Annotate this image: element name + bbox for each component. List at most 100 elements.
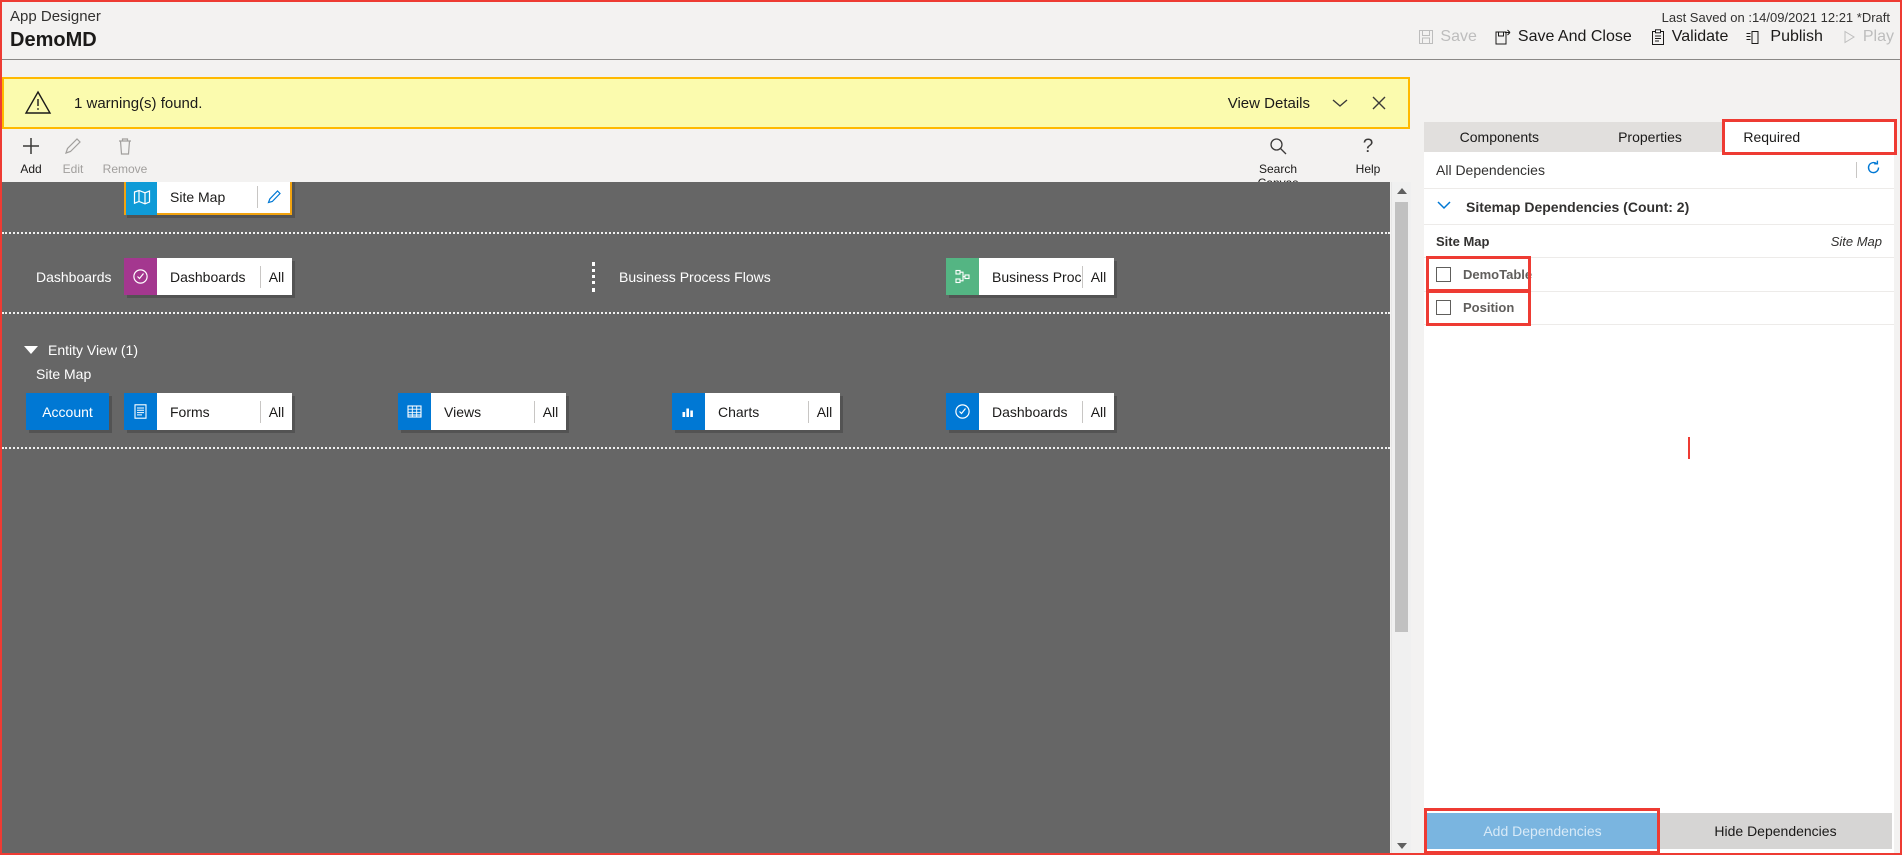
tile-forms-label: Forms bbox=[170, 403, 210, 420]
publish-label: Publish bbox=[1770, 28, 1823, 45]
dependency-row-position[interactable]: Position bbox=[1424, 291, 1894, 325]
ribbon-remove-button[interactable]: Remove bbox=[94, 134, 156, 176]
canvas-scrollbar[interactable] bbox=[1391, 182, 1411, 854]
tile-business-process-flows[interactable]: Business Proces... All bbox=[946, 258, 1114, 295]
divider bbox=[1856, 162, 1857, 178]
dependency-row-header: Site Map Site Map bbox=[1424, 225, 1894, 258]
header-title-block: App Designer DemoMD bbox=[10, 8, 101, 53]
hide-dependencies-label: Hide Dependencies bbox=[1714, 823, 1837, 839]
tile-entity-dashboards[interactable]: Dashboards All bbox=[946, 393, 1114, 430]
panel-footer: Add Dependencies Hide Dependencies bbox=[1424, 808, 1894, 854]
save-icon bbox=[1418, 29, 1434, 45]
all-dependencies-label: All Dependencies bbox=[1436, 162, 1545, 178]
tile-views[interactable]: Views All bbox=[398, 393, 566, 430]
pencil-icon[interactable] bbox=[258, 188, 290, 205]
sitemap-dependencies-group-label: Sitemap Dependencies (Count: 2) bbox=[1466, 198, 1690, 215]
play-icon bbox=[1841, 29, 1857, 45]
add-dependencies-button[interactable]: Add Dependencies bbox=[1426, 813, 1659, 849]
tile-dashboards[interactable]: Dashboards All bbox=[124, 258, 292, 295]
warning-triangle-icon bbox=[24, 89, 52, 117]
dashboard-icon bbox=[124, 258, 157, 295]
play-label: Play bbox=[1862, 28, 1894, 45]
bpf-row-tick bbox=[592, 262, 595, 292]
play-button[interactable]: Play bbox=[1841, 28, 1894, 46]
tile-entity-dashboards-label: Dashboards bbox=[992, 403, 1068, 420]
warning-message: 1 warning(s) found. bbox=[74, 94, 203, 112]
save-and-close-icon bbox=[1495, 29, 1512, 46]
last-saved-status: Last Saved on :14/09/2021 12:21 *Draft bbox=[1661, 10, 1890, 25]
publish-button[interactable]: Publish bbox=[1746, 28, 1823, 46]
scrollbar-thumb[interactable] bbox=[1395, 202, 1408, 632]
svg-text:?: ? bbox=[1363, 136, 1374, 157]
tile-forms-count: All bbox=[268, 403, 285, 420]
ribbon-help-label: Help bbox=[1355, 162, 1381, 176]
canvas-ribbon: Add Edit Remove Search Canvas ? Help bbox=[0, 131, 1410, 190]
hide-dependencies-button[interactable]: Hide Dependencies bbox=[1659, 813, 1892, 849]
charts-icon bbox=[672, 393, 705, 430]
tile-business-process-flows-label: Business Proces... bbox=[992, 268, 1082, 285]
entity-pill-account[interactable]: Account bbox=[26, 393, 109, 430]
canvas-band-separator bbox=[2, 232, 1390, 234]
app-canvas[interactable]: Site Map 2 Dependencies Site Map Dashboa… bbox=[2, 182, 1390, 854]
all-dependencies-actions bbox=[1856, 159, 1882, 181]
warning-bar: 1 warning(s) found. View Details bbox=[2, 77, 1410, 129]
dependency-row-demotable-label: DemoTable bbox=[1463, 267, 1533, 282]
tile-views-count: All bbox=[542, 403, 559, 420]
ribbon-remove-label: Remove bbox=[102, 162, 148, 176]
canvas-band-separator bbox=[2, 312, 1390, 314]
tab-properties-label: Properties bbox=[1618, 129, 1682, 145]
tab-components-label: Components bbox=[1459, 129, 1540, 145]
sitemap-dependencies-group[interactable]: Sitemap Dependencies (Count: 2) bbox=[1424, 189, 1894, 225]
tab-required-label: Required bbox=[1743, 129, 1801, 145]
text-cursor-marker bbox=[1688, 437, 1690, 459]
sitemap-icon bbox=[126, 182, 157, 215]
views-icon bbox=[398, 393, 431, 430]
save-and-close-button[interactable]: Save And Close bbox=[1495, 28, 1632, 46]
caret-down-icon bbox=[24, 346, 38, 354]
tile-entity-dashboards-count: All bbox=[1090, 403, 1107, 420]
tile-charts-count: All bbox=[816, 403, 833, 420]
publish-icon bbox=[1746, 29, 1764, 46]
refresh-icon[interactable] bbox=[1865, 159, 1882, 181]
close-icon[interactable] bbox=[1370, 94, 1388, 112]
tile-charts-label: Charts bbox=[718, 403, 760, 420]
question-mark-icon: ? bbox=[1345, 134, 1391, 158]
scroll-up-arrow-icon[interactable] bbox=[1392, 182, 1411, 199]
entity-view-header[interactable]: Entity View (1) bbox=[24, 342, 138, 358]
tile-charts[interactable]: Charts All bbox=[672, 393, 840, 430]
dependency-row-demotable[interactable]: DemoTable bbox=[1424, 258, 1894, 292]
entity-view-header-label: Entity View (1) bbox=[48, 342, 138, 358]
tile-site-map-label: Site Map bbox=[170, 188, 226, 205]
validate-button[interactable]: Validate bbox=[1650, 28, 1729, 46]
view-details-link[interactable]: View Details bbox=[1228, 95, 1310, 112]
panel-tabs: Components Properties Required bbox=[1424, 119, 1898, 155]
app-designer-window: App Designer DemoMD Last Saved on :14/09… bbox=[0, 0, 1902, 855]
save-and-close-label: Save And Close bbox=[1517, 28, 1632, 45]
save-button[interactable]: Save bbox=[1418, 28, 1477, 46]
validate-label: Validate bbox=[1671, 28, 1729, 45]
tile-views-label: Views bbox=[444, 403, 482, 420]
chevron-down-icon bbox=[1436, 198, 1452, 216]
checkbox-demotable[interactable] bbox=[1436, 267, 1451, 282]
right-panel: Components Properties Required All Depen… bbox=[1424, 119, 1898, 854]
tile-site-map[interactable]: Site Map bbox=[124, 182, 292, 215]
tab-components[interactable]: Components bbox=[1424, 122, 1575, 152]
entity-pill-account-label: Account bbox=[42, 403, 93, 420]
tile-forms[interactable]: Forms All bbox=[124, 393, 292, 430]
dependency-row-header-right: Site Map bbox=[1830, 233, 1882, 249]
trash-icon bbox=[94, 134, 156, 158]
validate-icon bbox=[1650, 28, 1666, 46]
dashboards-row-label: Dashboards bbox=[36, 269, 112, 285]
tab-properties[interactable]: Properties bbox=[1575, 122, 1726, 152]
warning-actions: View Details bbox=[1228, 94, 1388, 112]
tab-required[interactable]: Required bbox=[1722, 119, 1898, 155]
save-label: Save bbox=[1440, 28, 1477, 45]
all-dependencies-row: All Dependencies bbox=[1424, 152, 1894, 189]
checkbox-position[interactable] bbox=[1436, 300, 1451, 315]
scroll-down-arrow-icon[interactable] bbox=[1392, 837, 1411, 854]
ribbon-help-button[interactable]: ? Help bbox=[1345, 134, 1391, 176]
chevron-down-icon[interactable] bbox=[1330, 96, 1350, 110]
dashboard-icon bbox=[946, 393, 979, 430]
tile-dashboards-label: Dashboards bbox=[170, 268, 246, 285]
tile-business-process-flows-count: All bbox=[1090, 268, 1107, 285]
